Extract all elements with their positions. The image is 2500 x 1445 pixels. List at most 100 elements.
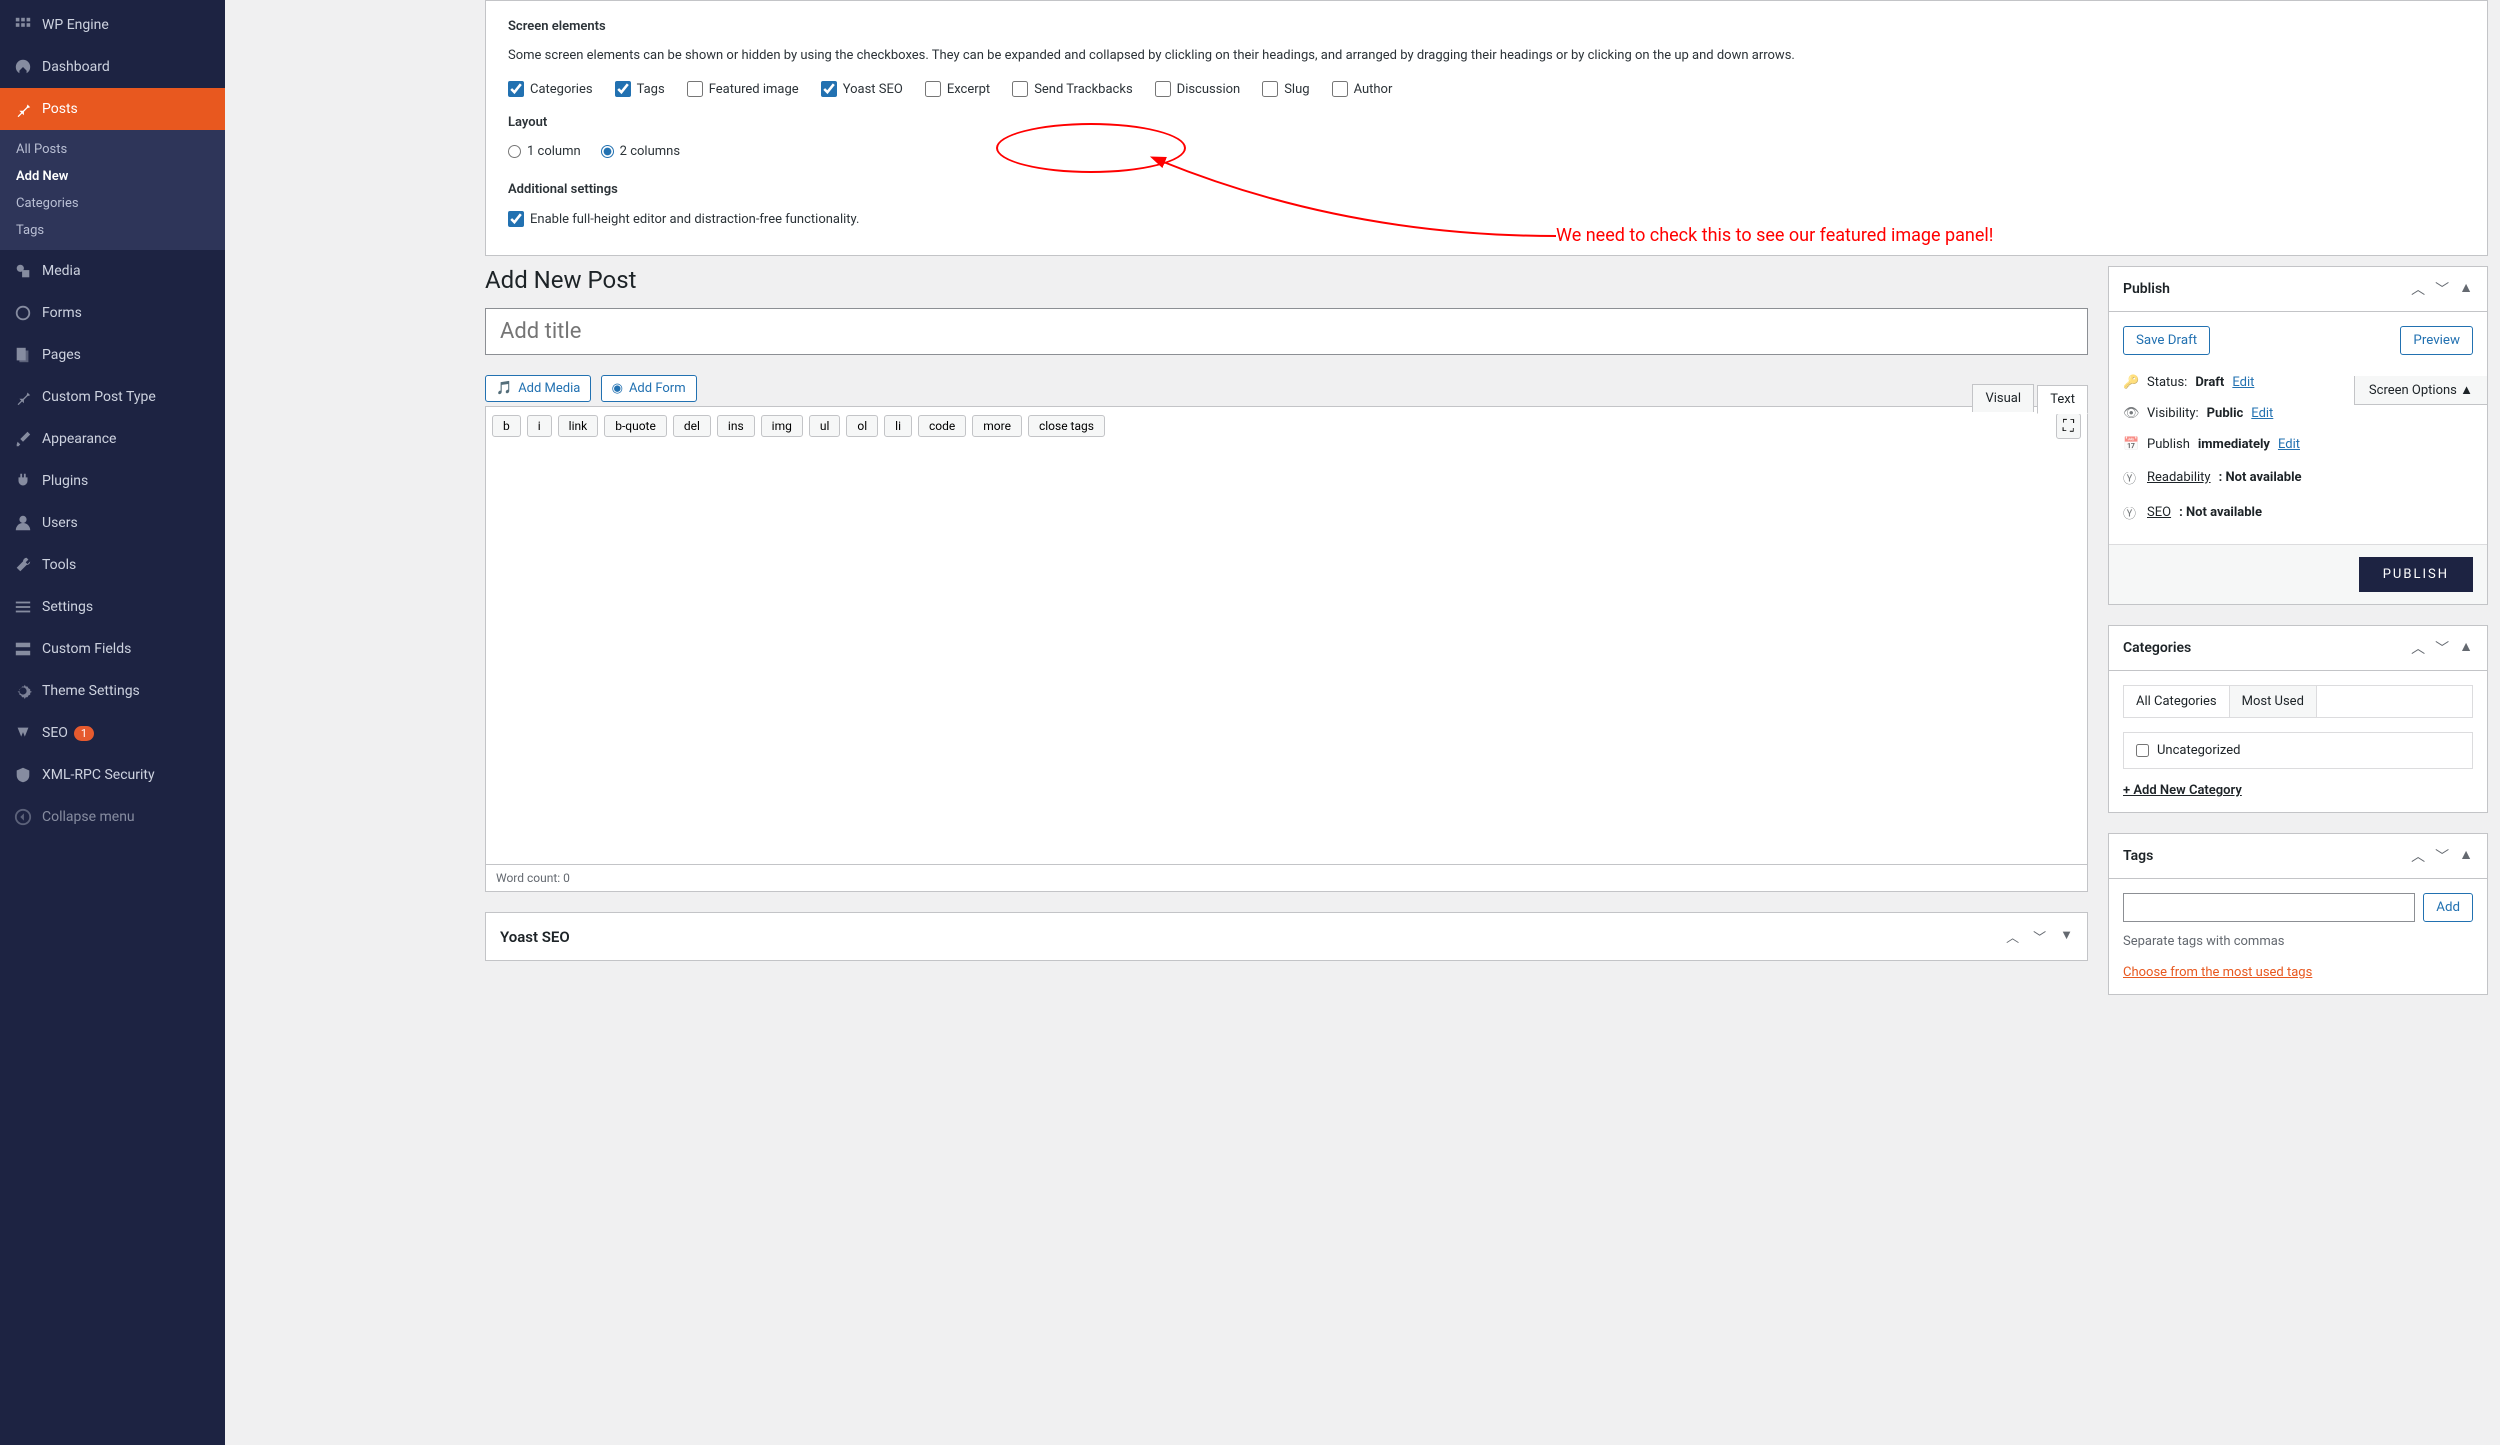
sidebar-item-tools[interactable]: Tools bbox=[0, 544, 225, 586]
sidebar-item-users[interactable]: Users bbox=[0, 502, 225, 544]
add-tag-button[interactable]: Add bbox=[2423, 893, 2473, 922]
preview-button[interactable]: Preview bbox=[2400, 326, 2473, 355]
fullheight-checkbox[interactable] bbox=[508, 211, 524, 227]
sidebar-item-wpengine[interactable]: WP Engine bbox=[0, 4, 225, 46]
qtag-b[interactable]: b bbox=[492, 415, 521, 437]
most-used-tags-link[interactable]: Choose from the most used tags bbox=[2123, 965, 2312, 980]
categories-title: Categories bbox=[2123, 640, 2411, 656]
screen-option-author[interactable]: Author bbox=[1332, 81, 1393, 97]
add-category-link[interactable]: + Add New Category bbox=[2123, 783, 2242, 798]
chevron-up-icon[interactable]: ︿ bbox=[2006, 927, 2019, 946]
screen-option-slug[interactable]: Slug bbox=[1262, 81, 1309, 97]
layout-radio-row: 1 column 2 columns bbox=[508, 144, 2465, 162]
tags-input[interactable] bbox=[2123, 893, 2415, 922]
sidebar-item-custom-fields[interactable]: Custom Fields bbox=[0, 628, 225, 670]
chevron-down-icon[interactable]: ﹀ bbox=[2435, 638, 2449, 658]
visual-tab[interactable]: Visual bbox=[1972, 384, 2034, 412]
most-used-tab[interactable]: Most Used bbox=[2230, 686, 2317, 717]
form-icon: ◉ bbox=[612, 381, 623, 396]
content-editor[interactable] bbox=[485, 445, 2088, 865]
add-form-button[interactable]: ◉Add Form bbox=[601, 375, 697, 402]
plug-icon bbox=[14, 472, 34, 490]
sidebar-item-forms[interactable]: Forms bbox=[0, 292, 225, 334]
sidebar-collapse[interactable]: Collapse menu bbox=[0, 796, 225, 838]
qtag-b-quote[interactable]: b-quote bbox=[604, 415, 667, 437]
sidebar-item-settings[interactable]: Settings bbox=[0, 586, 225, 628]
qtag-link[interactable]: link bbox=[558, 415, 599, 437]
caret-up-icon[interactable]: ▲ bbox=[2459, 279, 2473, 299]
seo-link[interactable]: SEO bbox=[2147, 505, 2171, 520]
qtag-li[interactable]: li bbox=[884, 415, 912, 437]
screen-option-discussion[interactable]: Discussion bbox=[1155, 81, 1241, 97]
qtag-ins[interactable]: ins bbox=[717, 415, 755, 437]
edit-visibility-link[interactable]: Edit bbox=[2251, 406, 2273, 421]
category-uncategorized[interactable]: Uncategorized bbox=[2136, 743, 2460, 758]
qtag-code[interactable]: code bbox=[918, 415, 966, 437]
calendar-icon: 📅 bbox=[2123, 437, 2139, 452]
fullscreen-toggle[interactable]: ⛶ bbox=[2056, 413, 2081, 439]
readability-link[interactable]: Readability bbox=[2147, 470, 2211, 485]
sidebar-item-label: XML-RPC Security bbox=[42, 767, 155, 783]
sidebar-item-label: Collapse menu bbox=[42, 809, 135, 825]
chevron-down-icon[interactable]: ﹀ bbox=[2435, 279, 2449, 299]
media-icon: 🎵 bbox=[496, 381, 512, 396]
sidebar-item-appearance[interactable]: Appearance bbox=[0, 418, 225, 460]
uncategorized-checkbox[interactable] bbox=[2136, 744, 2149, 757]
caret-up-icon[interactable]: ▲ bbox=[2459, 846, 2473, 866]
screen-option-yoast-seo[interactable]: Yoast SEO bbox=[821, 81, 903, 97]
qtag-img[interactable]: img bbox=[761, 415, 803, 437]
sidebar-item-theme-settings[interactable]: Theme Settings bbox=[0, 670, 225, 712]
sidebar-item-posts[interactable]: Posts bbox=[0, 88, 225, 130]
fields-icon bbox=[14, 640, 34, 658]
qtag-ol[interactable]: ol bbox=[846, 415, 878, 437]
screen-option-tags[interactable]: Tags bbox=[615, 81, 665, 97]
chevron-up-icon[interactable]: ︿ bbox=[2411, 846, 2425, 866]
qtag-del[interactable]: del bbox=[673, 415, 711, 437]
chevron-down-icon[interactable]: ﹀ bbox=[2435, 846, 2449, 866]
submenu-tags[interactable]: Tags bbox=[0, 217, 225, 244]
qtag-ul[interactable]: ul bbox=[809, 415, 841, 437]
sidebar-item-media[interactable]: Media bbox=[0, 250, 225, 292]
submenu-add-new[interactable]: Add New bbox=[0, 163, 225, 190]
qtag-more[interactable]: more bbox=[972, 415, 1022, 437]
screen-option-send-trackbacks[interactable]: Send Trackbacks bbox=[1012, 81, 1132, 97]
sidebar-item-plugins[interactable]: Plugins bbox=[0, 460, 225, 502]
screen-elements-desc: Some screen elements can be shown or hid… bbox=[508, 48, 2465, 63]
caret-down-icon[interactable]: ▼ bbox=[2060, 927, 2073, 946]
chevron-up-icon[interactable]: ︿ bbox=[2411, 638, 2425, 658]
sidebar-item-xmlrpc[interactable]: XML-RPC Security bbox=[0, 754, 225, 796]
additional-checkbox[interactable]: Enable full-height editor and distractio… bbox=[508, 211, 859, 227]
shield-icon bbox=[14, 766, 34, 784]
text-tab[interactable]: Text bbox=[2037, 385, 2088, 414]
sidebar-item-seo[interactable]: SEO1 bbox=[0, 712, 225, 754]
sidebar-item-cpt[interactable]: Custom Post Type bbox=[0, 376, 225, 418]
chevron-down-icon[interactable]: ﹀ bbox=[2033, 927, 2046, 946]
sidebar-item-pages[interactable]: Pages bbox=[0, 334, 225, 376]
caret-up-icon[interactable]: ▲ bbox=[2459, 638, 2473, 658]
screen-option-excerpt[interactable]: Excerpt bbox=[925, 81, 990, 97]
post-title-input[interactable] bbox=[485, 308, 2088, 355]
all-categories-tab[interactable]: All Categories bbox=[2124, 686, 2230, 717]
add-media-button[interactable]: 🎵Add Media bbox=[485, 375, 591, 402]
qtag-i[interactable]: i bbox=[527, 415, 552, 437]
word-count: Word count: 0 bbox=[485, 865, 2088, 892]
layout-2-columns[interactable]: 2 columns bbox=[601, 144, 680, 159]
pages-icon bbox=[14, 346, 34, 364]
qtag-close tags[interactable]: close tags bbox=[1028, 415, 1105, 437]
screen-option-categories[interactable]: Categories bbox=[508, 81, 593, 97]
sidebar-item-label: Users bbox=[42, 515, 78, 531]
edit-status-link[interactable]: Edit bbox=[2232, 375, 2254, 390]
submenu-categories[interactable]: Categories bbox=[0, 190, 225, 217]
chevron-up-icon[interactable]: ︿ bbox=[2411, 279, 2425, 299]
sidebar-item-dashboard[interactable]: Dashboard bbox=[0, 46, 225, 88]
save-draft-button[interactable]: Save Draft bbox=[2123, 326, 2210, 355]
checkbox-row: Categories Tags Featured image Yoast SEO Exc… bbox=[508, 81, 2465, 97]
screen-option-featured-image[interactable]: Featured image bbox=[687, 81, 799, 97]
screen-options-tab[interactable]: Screen Options ▲ bbox=[2354, 376, 2488, 405]
edit-schedule-link[interactable]: Edit bbox=[2278, 437, 2300, 452]
submenu-all-posts[interactable]: All Posts bbox=[0, 136, 225, 163]
quicktags-toolbar: bilinkb-quote delinsimgulollicode more clos… bbox=[485, 406, 2088, 445]
layout-1-column[interactable]: 1 column bbox=[508, 144, 581, 159]
publish-button[interactable]: PUBLISH bbox=[2359, 557, 2473, 592]
sidebar-item-label: Media bbox=[42, 263, 81, 279]
